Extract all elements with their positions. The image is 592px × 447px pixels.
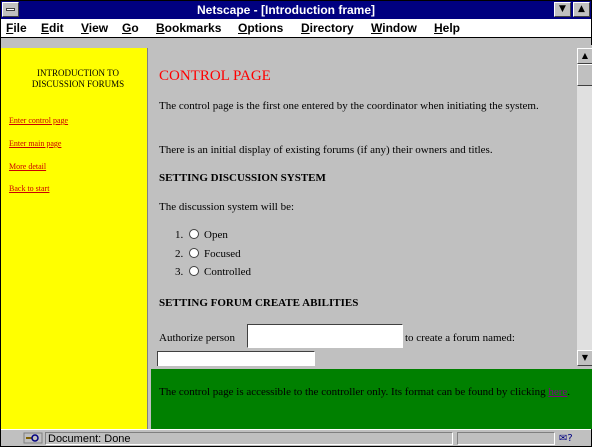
menu-help[interactable]: Help: [434, 20, 460, 36]
security-key-icon[interactable]: [23, 432, 43, 444]
radio-controlled[interactable]: [189, 266, 199, 276]
option-controlled[interactable]: 3. Controlled: [175, 266, 251, 278]
discussion-heading: SETTING DISCUSSION SYSTEM: [159, 172, 326, 184]
page-title: CONTROL PAGE: [159, 68, 271, 84]
forum-name-label: to create a forum named:: [405, 332, 515, 344]
menu-go[interactable]: Go: [122, 20, 139, 36]
menu-view[interactable]: View: [81, 20, 108, 36]
option-open[interactable]: 1. Open: [175, 229, 228, 241]
forum-create-heading: SETTING FORUM CREATE ABILITIES: [159, 297, 359, 309]
link-back-to-start[interactable]: Back to start: [9, 184, 49, 193]
person-input[interactable]: [247, 324, 403, 348]
option-label: Focused: [204, 248, 241, 260]
option-label: Controlled: [204, 266, 252, 278]
radio-open[interactable]: [189, 229, 199, 239]
window-title: Netscape - [Introduction frame]: [196, 3, 376, 17]
scroll-thumb[interactable]: [577, 64, 592, 86]
link-enter-main-page[interactable]: Enter main page: [9, 139, 61, 148]
forum-name-input[interactable]: [157, 351, 315, 366]
navigation-frame: INTRODUCTION TO DISCUSSION FORUMS Enter …: [1, 48, 147, 429]
menu-edit[interactable]: Edit: [41, 20, 64, 36]
scroll-up-button[interactable]: ▲: [577, 48, 592, 64]
browser-window: Netscape - [Introduction frame] ▼ ▲ File…: [0, 0, 592, 447]
footer-text: The control page is accessible to the co…: [159, 386, 546, 398]
footer-period: .: [567, 386, 571, 398]
intro-paragraph: The control page is the first one entere…: [159, 100, 539, 112]
option-number: 3.: [175, 266, 184, 278]
menu-bookmarks[interactable]: Bookmarks: [156, 20, 221, 36]
option-number: 2.: [175, 248, 184, 260]
radio-focused[interactable]: [189, 248, 199, 258]
forums-paragraph: There is an initial display of existing …: [159, 144, 493, 156]
status-bar: Document: Done ✉?: [1, 429, 591, 446]
status-text: Document: Done: [45, 432, 453, 445]
discussion-paragraph: The discussion system will be:: [159, 201, 295, 213]
option-label: Open: [204, 229, 228, 241]
content-frame: CONTROL PAGE The control page is the fir…: [151, 48, 577, 366]
menu-window[interactable]: Window: [371, 20, 417, 36]
menu-bar: File Edit View Go Bookmarks Options Dire…: [1, 19, 591, 38]
menu-options[interactable]: Options: [238, 20, 283, 36]
scroll-down-button[interactable]: ▼: [577, 350, 592, 366]
menu-file[interactable]: File: [6, 20, 27, 36]
menu-directory[interactable]: Directory: [301, 20, 354, 36]
nav-heading: INTRODUCTION TO DISCUSSION FORUMS: [31, 68, 125, 89]
system-menu-icon: [6, 8, 15, 11]
maximize-button[interactable]: ▲: [573, 2, 590, 17]
option-number: 1.: [175, 229, 184, 241]
here-link[interactable]: here: [548, 386, 567, 398]
link-enter-control-page[interactable]: Enter control page: [9, 116, 68, 125]
progress-box: [457, 432, 555, 445]
option-focused[interactable]: 2. Focused: [175, 248, 241, 260]
content-scrollbar[interactable]: ▲ ▼: [577, 48, 592, 366]
minimize-button[interactable]: ▼: [554, 2, 571, 17]
link-more-detail[interactable]: More detail: [9, 162, 46, 171]
authorize-label: Authorize person: [159, 332, 236, 344]
footer-frame: The control page is accessible to the co…: [151, 369, 592, 429]
title-bar[interactable]: Netscape - [Introduction frame] ▼ ▲: [1, 1, 591, 19]
system-menu-button[interactable]: [2, 2, 19, 17]
footer-note: The control page is accessible to the co…: [159, 385, 579, 400]
mail-icon[interactable]: ✉?: [559, 432, 587, 445]
